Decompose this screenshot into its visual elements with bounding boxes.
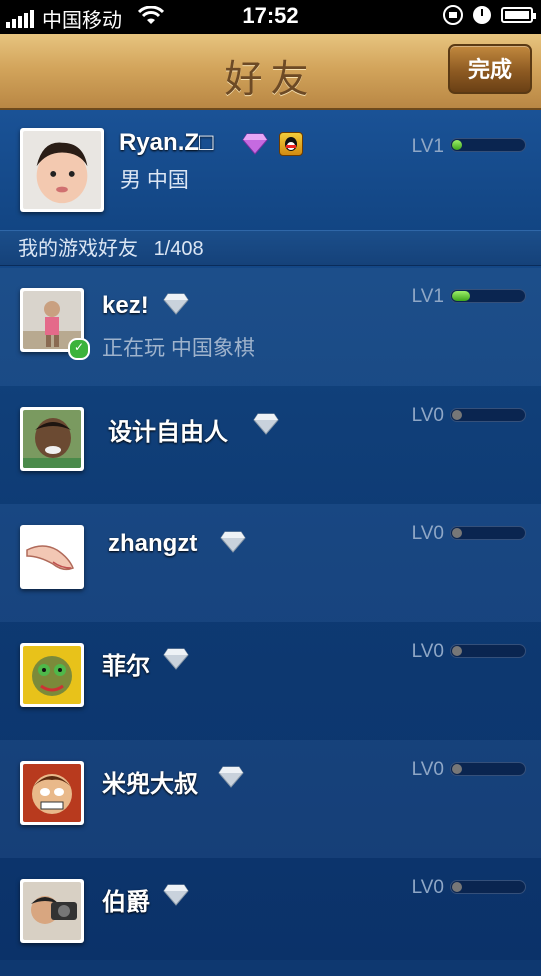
friend-level-progress (450, 762, 526, 776)
friend-level: LV0 (411, 759, 444, 780)
friend-avatar[interactable] (20, 407, 84, 471)
my-info: 男 中国 (120, 169, 189, 192)
friend-level: LV1 (411, 286, 444, 307)
friend-level-progress (450, 408, 526, 422)
friend-row[interactable]: zhangzt LV0 (0, 504, 541, 622)
friend-name: 伯爵 (102, 889, 150, 916)
friend-row[interactable]: 伯爵 LV0 (0, 858, 541, 976)
friend-level-progress (450, 526, 526, 540)
friends-list-container[interactable]: Ryan.Z□ 男 中国 LV1 我的游戏好友 1/408 ✓ kez! 正在玩… (0, 110, 541, 976)
rotation-lock-icon (443, 5, 463, 25)
qq-badge-icon (279, 132, 303, 156)
purple-diamond-icon (242, 133, 268, 155)
friend-status: 正在玩 中国象棋 (102, 337, 255, 360)
my-avatar[interactable] (20, 128, 104, 212)
friend-name: zhangzt (108, 530, 198, 557)
alarm-icon (473, 6, 491, 24)
friend-level: LV0 (411, 877, 444, 898)
friend-level-progress (450, 644, 526, 658)
friend-name: kez! (102, 292, 149, 319)
friend-row[interactable]: 设计自由人 LV0 (0, 386, 541, 504)
my-name: Ryan.Z□ (119, 129, 214, 156)
friend-row[interactable]: ✓ kez! 正在玩 中国象棋 LV1 (0, 268, 541, 386)
friend-level: LV0 (411, 405, 444, 426)
friend-row[interactable]: 米兜大叔 LV0 (0, 740, 541, 858)
friend-level-progress (450, 880, 526, 894)
friend-level-progress (450, 289, 526, 303)
friend-avatar[interactable] (20, 879, 84, 943)
friend-avatar[interactable] (20, 525, 84, 589)
diamond-icon (163, 884, 189, 906)
friend-row[interactable]: 菲尔 LV0 (0, 622, 541, 740)
diamond-icon (253, 413, 279, 435)
diamond-icon (163, 293, 189, 315)
section-header: 我的游戏好友 1/408 (0, 230, 541, 266)
friend-count: 1/408 (153, 238, 204, 260)
my-profile-row[interactable]: Ryan.Z□ 男 中国 LV1 (0, 110, 541, 230)
battery-icon (501, 7, 536, 23)
done-button[interactable]: 完成 (448, 44, 532, 94)
friend-avatar[interactable] (20, 643, 84, 707)
nav-bar: 好友 完成 (0, 34, 541, 110)
diamond-icon (163, 648, 189, 670)
friend-name: 米兜大叔 (102, 771, 198, 798)
friend-level: LV0 (411, 523, 444, 544)
status-bar: 中国移动 17:52 (0, 0, 541, 34)
section-title: 我的游戏好友 (18, 238, 138, 260)
friend-name: 设计自由人 (108, 419, 228, 446)
diamond-icon (218, 766, 244, 788)
diamond-icon (220, 531, 246, 553)
friend-name: 菲尔 (102, 653, 150, 680)
online-check-icon: ✓ (68, 338, 90, 360)
my-level: LV1 (411, 136, 444, 157)
friend-avatar[interactable] (20, 761, 84, 825)
my-level-progress (450, 138, 526, 152)
friend-level: LV0 (411, 641, 444, 662)
